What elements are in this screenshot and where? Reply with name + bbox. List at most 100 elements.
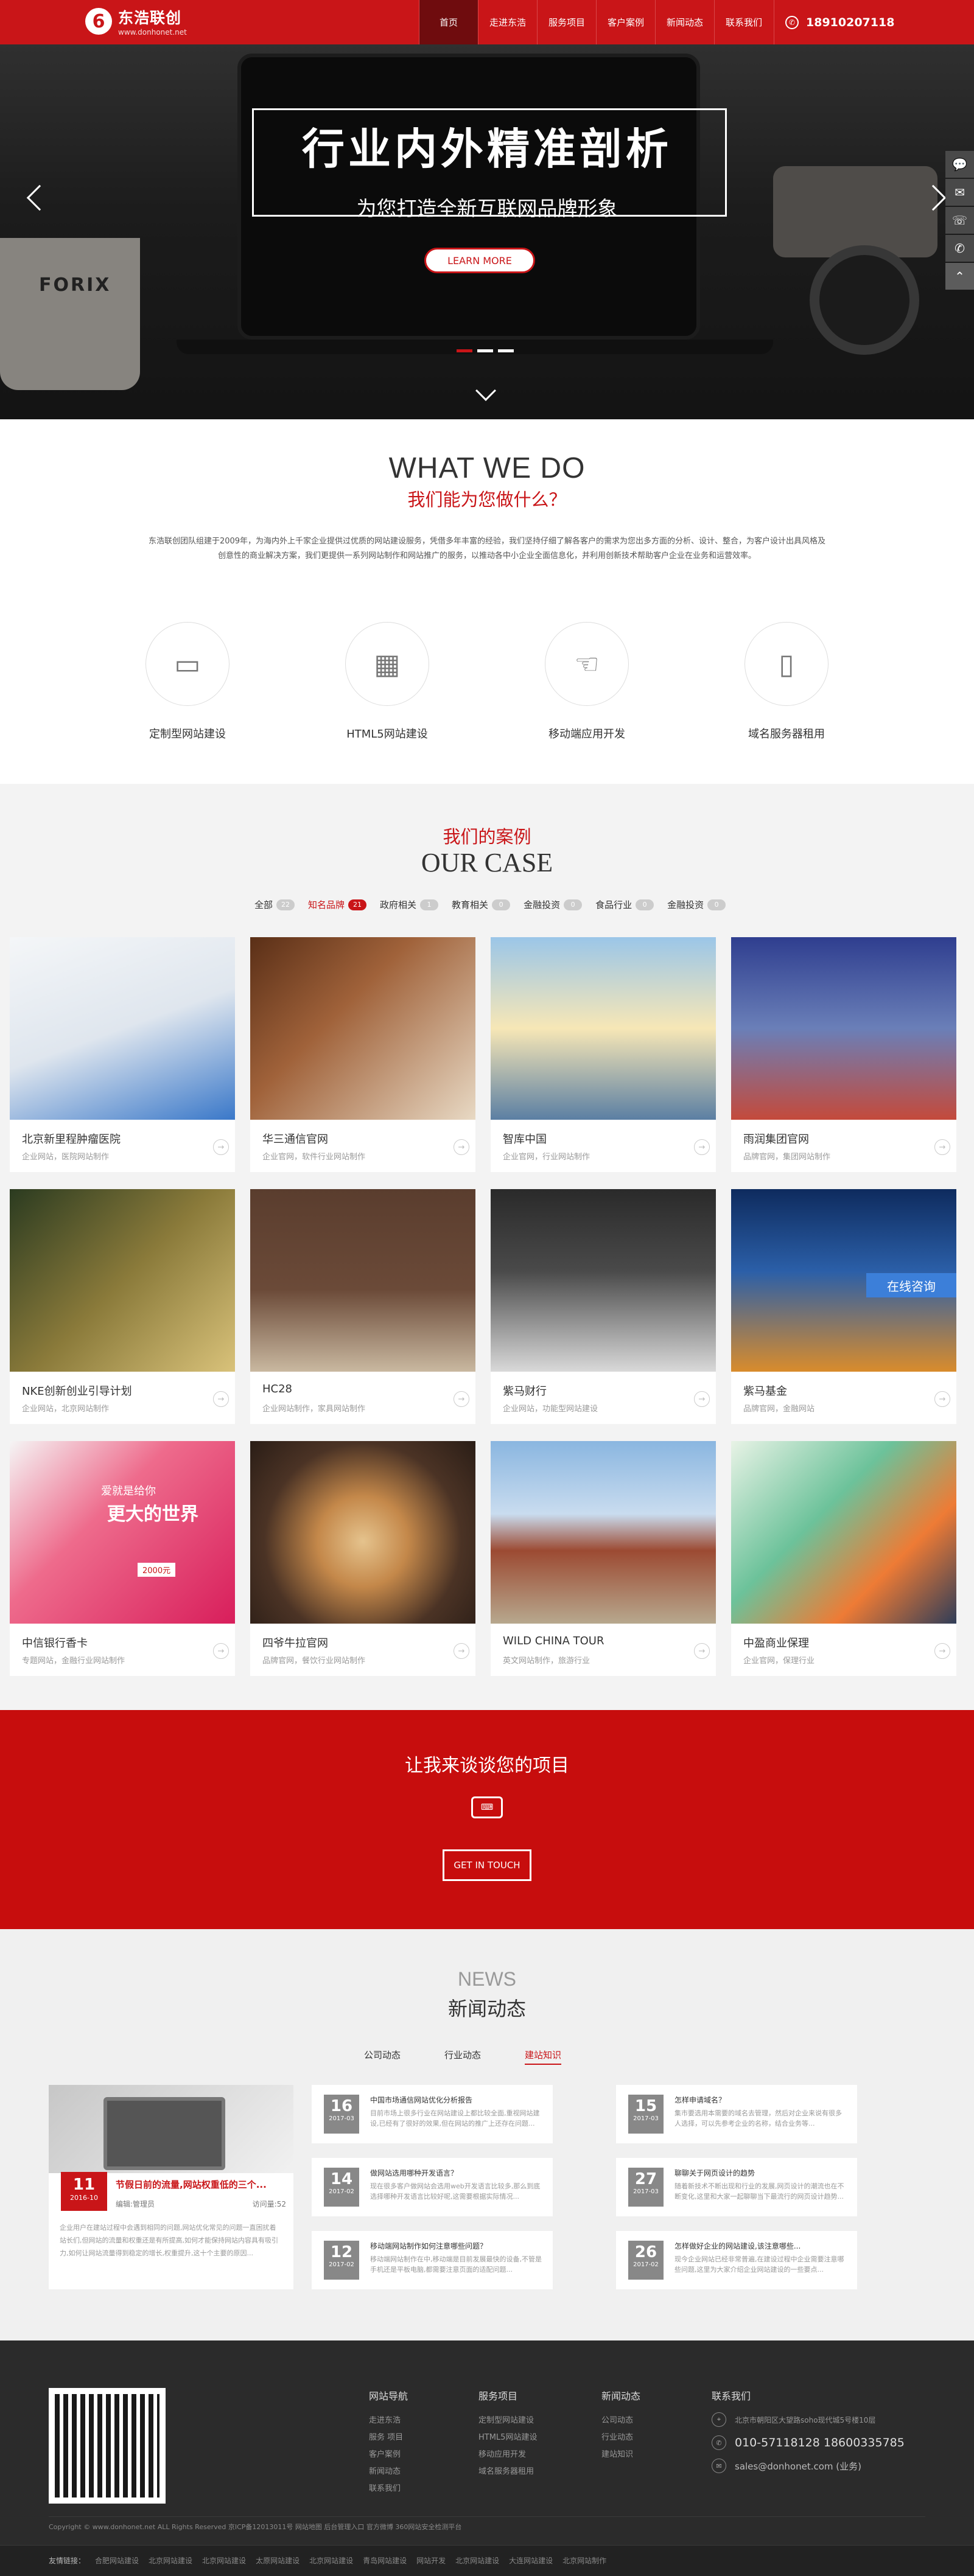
case-card[interactable]: 更大的世界 爱就是给你 2000元 中信银行香卡 专题网站，金融行业网站制作 → [10,1441,235,1676]
case-tab-all[interactable]: 全部 22 [254,898,295,911]
slide-dot-1[interactable] [457,349,472,352]
footer-link[interactable]: 定制型网站建设 [478,2412,537,2429]
news-tab-company[interactable]: 公司动态 [364,2048,401,2065]
news-tab-industry[interactable]: 行业动态 [444,2048,481,2065]
news-title[interactable]: 中国市场通信网站优化分析报告 [370,2095,543,2105]
learn-more-button[interactable]: LEARN MORE [424,248,535,273]
friend-link[interactable]: 太原网站建设 [256,2555,300,2566]
case-card[interactable]: 紫马财行 企业网站，功能型网站建设 → [491,1189,716,1424]
case-tab-edu[interactable]: 教育相关 0 [452,898,511,911]
featured-news[interactable]: 11 2016-10 节假日前的流量,网站权重低的三个... 编辑:管理员 访问… [49,2085,293,2289]
footer-email[interactable]: sales@donhonet.com (业务) [735,2460,861,2473]
news-title[interactable]: 移动端网站制作如何注意哪些问题？ [370,2241,543,2251]
footer-link[interactable]: 公司动态 [601,2412,640,2429]
news-item[interactable]: 27 2017-03 聊聊关于网页设计的趋势 随着新技术不断出现和行业的发展,网页… [616,2158,857,2216]
footer-link[interactable]: 走进东浩 [369,2412,408,2429]
friend-link[interactable]: 北京网站制作 [562,2555,606,2566]
phone-icon[interactable]: ✆ [945,235,974,262]
service-html5[interactable]: ▦ HTML5网站建设 [326,622,448,741]
case-card[interactable]: 中盈商业保理 企业官网，保理行业 → [731,1441,956,1676]
news-title[interactable]: 怎样做好企业的网站建设,该注意哪些... [674,2241,847,2251]
case-tab-finance[interactable]: 金融投资 0 [524,898,583,911]
logo[interactable]: 6 东浩联创 www.donhonet.net [85,6,187,37]
case-card[interactable]: 在线咨询 紫马基金 品牌官网，金融网站 → [731,1189,956,1424]
tab-label: 食品行业 [595,899,632,910]
nav-home[interactable]: 首页 [419,0,478,44]
footer-col-head: 新闻动态 [601,2390,641,2402]
news-title[interactable]: 怎样申请域名？ [674,2095,847,2105]
phone-icon: ✆ [712,2435,726,2450]
case-title-en: OUR CASE [421,848,553,878]
case-image-towers [731,937,956,1120]
date-month: 2016-10 [70,2194,98,2202]
nav-services[interactable]: 服务项目 [537,0,596,44]
news-item[interactable]: 16 2017-03 中国市场通信网站优化分析报告 目前市场上很多行业在网站建设上… [312,2085,553,2143]
friend-link[interactable]: 北京网站建设 [309,2555,353,2566]
case-tab-food[interactable]: 食品行业 0 [595,898,654,911]
service-mobile[interactable]: ☜ 移动端应用开发 [526,622,648,741]
ruler-icon: ▯ [745,622,829,706]
footer-col-head: 服务项目 [478,2390,518,2402]
what-we-do-subtitle: 我们能为您做什么？ [407,489,567,510]
news-item[interactable]: 26 2017-02 怎样做好企业的网站建设,该注意哪些... 现今企业网站已经非… [616,2231,857,2289]
case-card[interactable]: 雨润集团官网 品牌官网，集团网站制作 → [731,937,956,1172]
news-title[interactable]: 做网站选用哪种开发语言？ [370,2168,543,2178]
news-title[interactable]: 聊聊关于网页设计的趋势 [674,2168,847,2178]
case-card[interactable]: 四爷牛拉官网 品牌官网，餐饮行业网站制作 → [250,1441,475,1676]
footer-link[interactable]: HTML5网站建设 [478,2429,537,2446]
friend-link[interactable]: 北京网站建设 [149,2555,192,2566]
nav-cases[interactable]: 客户案例 [596,0,655,44]
news-item[interactable]: 15 2017-03 怎样申请域名？ 集市要选用本需要的域名去管理，然后对企业来说… [616,2085,857,2143]
footer-link[interactable]: 行业动态 [601,2429,640,2446]
case-card[interactable]: 北京新里程肿瘤医院 企业网站，医院网站制作 → [10,937,235,1172]
news-desc: 现今企业网站已经非常普遍,在建设过程中企业需要注意哪些问题,这里为大家介绍企业网… [674,2255,844,2274]
case-tab-finance-2[interactable]: 金融投资 0 [667,898,726,911]
footer-link[interactable]: 移动应用开发 [478,2446,537,2463]
news-author: 编辑:管理员 [116,2200,155,2208]
news-item[interactable]: 12 2017-02 移动端网站制作如何注意哪些问题？ 移动端网站制作在中,移动端… [312,2231,553,2289]
case-title: HC28 [262,1383,293,1395]
footer-link[interactable]: 联系我们 [369,2480,408,2497]
footer-contact: 联系我们 ⌖ 北京市朝阳区大望路soho现代城5号楼10层 ✆ 010-571181… [712,2388,905,2482]
friend-link[interactable]: 网站开发 [416,2555,446,2566]
news-date: 15 2017-03 [628,2095,664,2134]
friend-link[interactable]: 合肥网站建设 [95,2555,139,2566]
footer-link[interactable]: 建站知识 [601,2446,640,2463]
news-item[interactable]: 14 2017-02 做网站选用哪种开发语言？ 现在很多客户做网站会选用web开发… [312,2158,553,2216]
nav-news[interactable]: 新闻动态 [655,0,714,44]
friend-link[interactable]: 北京网站建设 [202,2555,246,2566]
tab-count: 0 [492,899,511,910]
case-card[interactable]: NKE创新创业引导计划 企业网站，北京网站制作 → [10,1189,235,1424]
footer-link[interactable]: 域名服务器租用 [478,2463,537,2480]
message-icon[interactable]: ✉ [945,179,974,206]
case-tab-brand[interactable]: 知名品牌 21 [308,898,367,911]
qq-icon[interactable]: ☏ [945,207,974,234]
slide-dot-2[interactable] [477,349,493,352]
featured-news-title[interactable]: 节假日前的流量,网站权重低的三个... [116,2178,286,2191]
slide-dot-3[interactable] [498,349,514,352]
case-tags: 品牌官网，集团网站制作 [743,1153,831,1162]
case-card[interactable]: 华三通信官网 企业官网，软件行业网站制作 → [250,937,475,1172]
footer-link[interactable]: 服务 项目 [369,2429,408,2446]
footer-link[interactable]: 客户案例 [369,2446,408,2463]
case-card[interactable]: WILD CHINA TOUR 英文网站制作，旅游行业 → [491,1441,716,1676]
friend-link[interactable]: 青岛网站建设 [363,2555,407,2566]
footer-link[interactable]: 新闻动态 [369,2463,408,2480]
news-desc: 随着新技术不断出现和行业的发展,网页设计的潮流也在不断变化,这里和大家一起聊聊当… [674,2182,844,2201]
friend-link[interactable]: 北京网站建设 [455,2555,499,2566]
nav-contact[interactable]: 联系我们 [714,0,773,44]
news-tab-knowledge[interactable]: 建站知识 [525,2048,562,2065]
nav-about[interactable]: 走进东浩 [478,0,537,44]
promo-small-text: 爱就是给你 [101,1485,156,1498]
chat-icon[interactable]: 💬 [945,151,974,178]
service-custom-site[interactable]: ▭ 定制型网站建设 [127,622,248,741]
get-in-touch-button[interactable]: GET IN TOUCH [443,1849,531,1881]
back-to-top-icon[interactable]: ⌃ [945,263,974,290]
footer-col-head: 联系我们 [712,2390,751,2402]
service-hosting[interactable]: ▯ 域名服务器租用 [726,622,847,741]
online-consult-badge[interactable]: 在线咨询 [866,1273,956,1297]
case-tab-gov[interactable]: 政府相关 1 [380,898,439,911]
friend-link[interactable]: 大连网站建设 [509,2555,553,2566]
case-card[interactable]: 智库中国 企业官网，行业网站制作 → [491,937,716,1172]
case-card[interactable]: HC28 企业网站制作，家具网站制作 → [250,1189,475,1424]
